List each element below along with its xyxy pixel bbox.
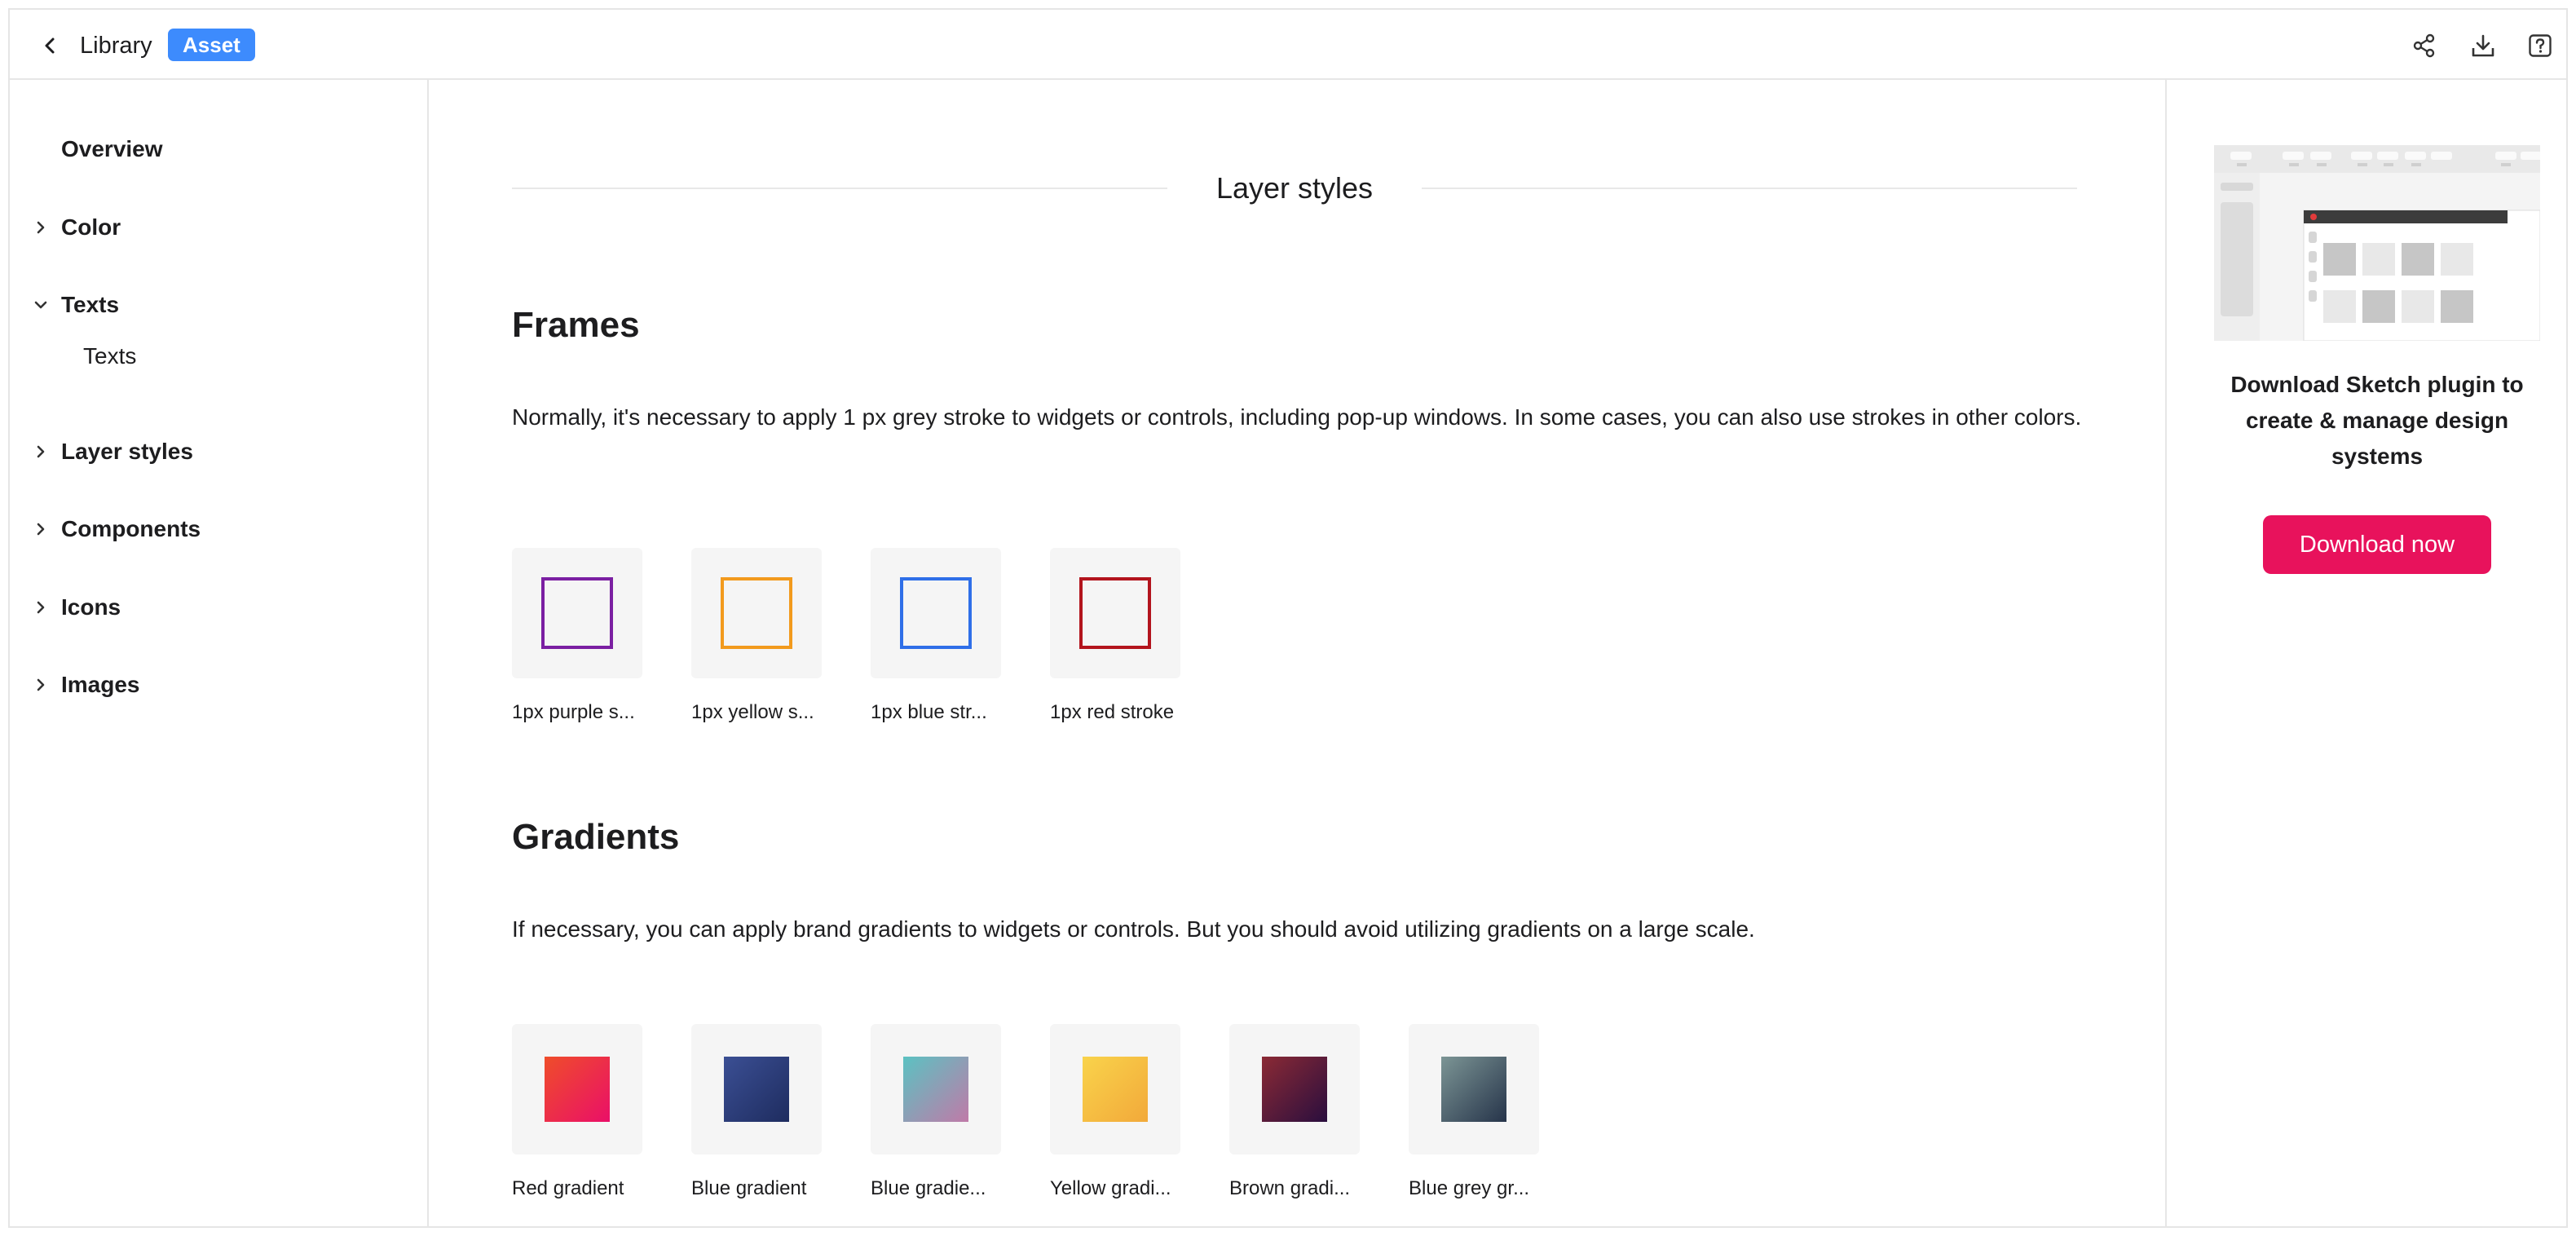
gradients-description: If necessary, you can apply brand gradie… [512,916,1755,942]
chevron-right-icon [31,218,51,237]
sidebar-item-label: Overview [61,136,163,161]
stroke-swatch [541,577,613,649]
chevron-right-icon [31,675,51,695]
promo-panel: Download Sketch plugin to create & manag… [2165,80,2566,1226]
gradients-heading: Gradients [512,817,680,857]
gradient-style-preview [691,1024,822,1154]
sidebar-item-label: Images [61,672,140,697]
gradient-swatch [1083,1057,1148,1122]
gradient-swatch [724,1057,789,1122]
gradient-swatch [545,1057,610,1122]
chevron-right-icon [31,519,51,539]
frame-style-preview [1050,548,1180,678]
gradient-style-preview [1050,1024,1180,1154]
gradient-style-label: Blue grey gr... [1409,1177,1530,1199]
app-window: Library Asset Overview Color Texts Texts… [8,8,2568,1228]
gradient-style-preview [1409,1024,1539,1154]
download-now-button[interactable]: Download now [2263,515,2491,574]
frame-style-tile[interactable]: 1px yellow s... [691,548,822,724]
gradient-style-tile[interactable]: Red gradient [512,1024,642,1200]
gradient-style-tile[interactable]: Blue gradient [691,1024,822,1200]
sidebar-item-label: Components [61,516,201,541]
gradient-style-preview [1229,1024,1360,1154]
gradient-style-label: Blue gradie... [871,1177,986,1199]
gradient-swatch [1262,1057,1327,1122]
stroke-swatch [1079,577,1151,649]
gradient-swatch [903,1057,968,1122]
frame-style-preview [871,548,1001,678]
gradient-style-tile[interactable]: Yellow gradi... [1050,1024,1180,1200]
frame-style-preview [512,548,642,678]
frames-description: Normally, it's necessary to apply 1 px g… [512,404,2082,430]
frame-style-preview [691,548,822,678]
frame-style-tile[interactable]: 1px red stroke [1050,548,1180,724]
gradient-style-label: Brown gradi... [1229,1177,1351,1199]
library-link[interactable]: Library [80,31,152,60]
gradient-style-tile[interactable]: Blue gradie... [871,1024,1001,1200]
gradient-style-tile[interactable]: Brown gradi... [1229,1024,1360,1200]
back-icon[interactable] [34,29,67,62]
chevron-right-icon [31,598,51,617]
gradient-style-preview [871,1024,1001,1154]
frame-style-tile[interactable]: 1px blue str... [871,548,1001,724]
stroke-swatch [900,577,972,649]
frame-style-label: 1px red stroke [1050,701,1175,723]
chevron-down-icon [31,295,51,315]
main-content: Layer styles Frames Normally, it's neces… [430,80,2165,1226]
sidebar: Overview Color Texts Texts Layer styles [10,80,429,1226]
frames-heading: Frames [512,305,640,345]
sidebar-item-label: Layer styles [61,439,193,464]
gradient-style-tile[interactable]: Blue grey gr... [1409,1024,1539,1200]
top-bar: Library Asset [10,10,2566,80]
frame-style-label: 1px yellow s... [691,701,814,723]
sidebar-item-label: Color [61,214,121,240]
sketch-plugin-preview-image [2214,145,2540,341]
help-icon[interactable] [2524,29,2556,62]
section-title: Layer styles [1167,170,1423,207]
gradient-style-label: Blue gradient [691,1177,807,1199]
download-icon[interactable] [2467,29,2499,62]
gradient-style-label: Red gradient [512,1177,624,1199]
sidebar-item-label: Texts [61,292,120,317]
frame-style-label: 1px blue str... [871,701,987,723]
sidebar-item-label: Icons [61,594,121,620]
chevron-right-icon [31,442,51,461]
stroke-swatch [721,577,792,649]
frame-style-tile[interactable]: 1px purple s... [512,548,642,724]
frame-style-label: 1px purple s... [512,701,635,723]
gradient-swatch [1441,1057,1506,1122]
sidebar-subitem-texts[interactable]: Texts [83,343,136,369]
gradient-style-preview [512,1024,642,1154]
promo-text: Download Sketch plugin to create & manag… [2230,372,2524,469]
gradient-style-label: Yellow gradi... [1050,1177,1171,1199]
section-title-wrap: Layer styles [430,170,2159,207]
share-icon[interactable] [2408,29,2441,62]
asset-badge: Asset [168,29,255,61]
